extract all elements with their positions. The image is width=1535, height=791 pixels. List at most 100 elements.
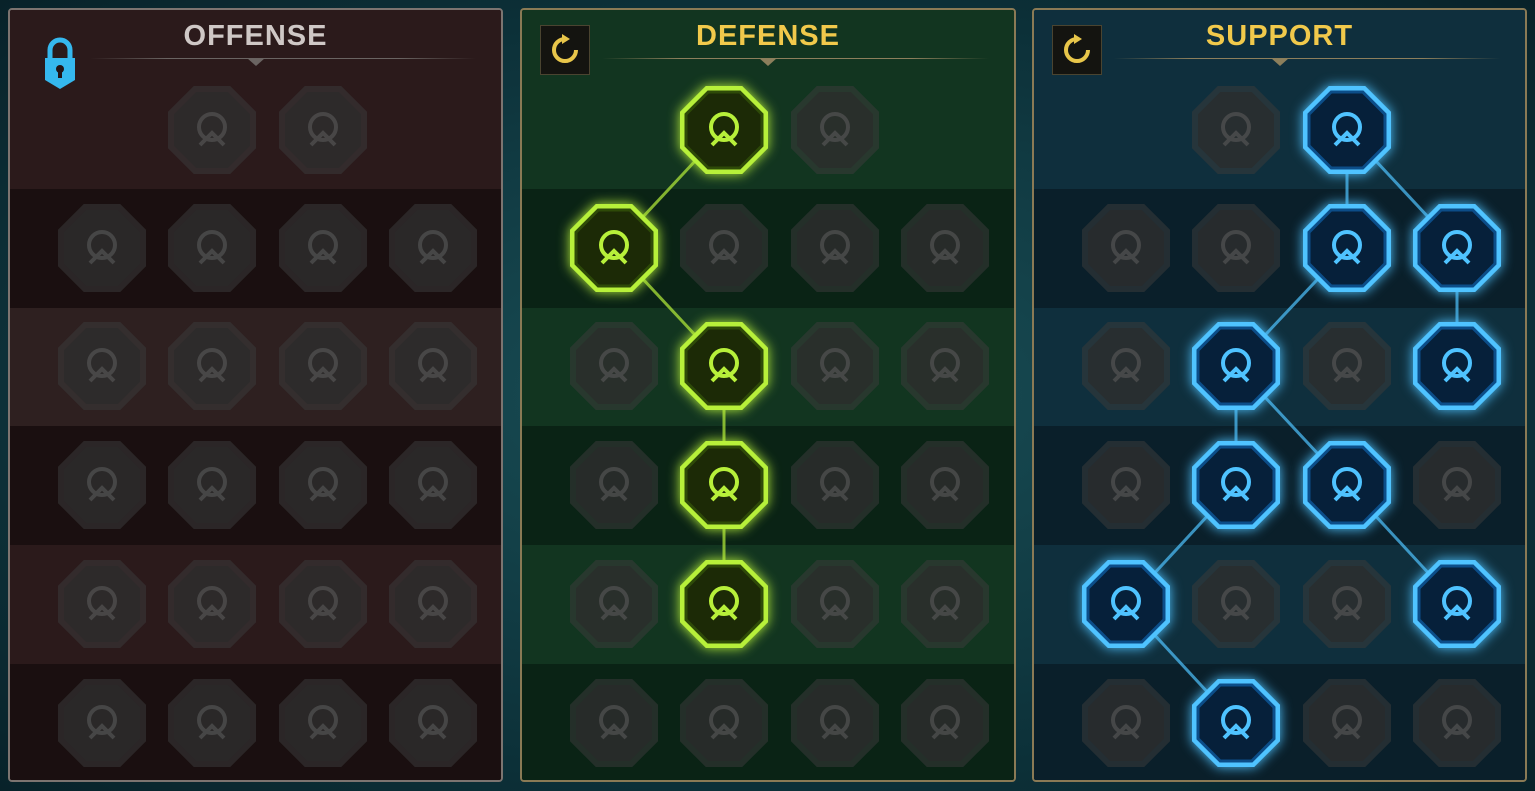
talent-node[interactable] bbox=[1302, 85, 1392, 175]
talent-node[interactable] bbox=[278, 678, 368, 768]
talent-node[interactable] bbox=[569, 203, 659, 293]
talent-node[interactable] bbox=[900, 678, 990, 768]
thunder-skull-icon bbox=[1192, 679, 1280, 767]
horned-demon-icon bbox=[279, 679, 367, 767]
talent-node[interactable] bbox=[569, 559, 659, 649]
offense-panel: OFFENSE bbox=[8, 8, 503, 782]
talent-node[interactable] bbox=[679, 203, 769, 293]
talent-node[interactable] bbox=[167, 559, 257, 649]
reset-defense-button[interactable] bbox=[540, 25, 590, 75]
eagle-icon bbox=[1413, 679, 1501, 767]
talent-node[interactable] bbox=[900, 440, 990, 530]
talent-node[interactable] bbox=[790, 321, 880, 411]
talent-node[interactable] bbox=[388, 203, 478, 293]
talent-node[interactable] bbox=[1302, 678, 1392, 768]
talent-node[interactable] bbox=[1081, 559, 1171, 649]
talent-node[interactable] bbox=[1412, 559, 1502, 649]
lightning-chain-icon bbox=[389, 441, 477, 529]
talent-node[interactable] bbox=[1302, 559, 1392, 649]
angry-eyes-icon bbox=[1413, 441, 1501, 529]
talent-node[interactable] bbox=[1191, 203, 1281, 293]
talent-node[interactable] bbox=[679, 440, 769, 530]
talent-node[interactable] bbox=[1191, 321, 1281, 411]
talent-node[interactable] bbox=[278, 321, 368, 411]
talent-node[interactable] bbox=[167, 203, 257, 293]
gauntlet-slam-icon bbox=[1303, 679, 1391, 767]
talent-node[interactable] bbox=[278, 85, 368, 175]
speed-boot-icon bbox=[1192, 560, 1280, 648]
talent-node[interactable] bbox=[167, 321, 257, 411]
talent-node[interactable] bbox=[1081, 440, 1171, 530]
talent-node[interactable] bbox=[278, 559, 368, 649]
talent-node[interactable] bbox=[569, 440, 659, 530]
talent-node[interactable] bbox=[679, 321, 769, 411]
talent-node[interactable] bbox=[278, 440, 368, 530]
talent-node[interactable] bbox=[388, 678, 478, 768]
talent-node[interactable] bbox=[679, 678, 769, 768]
reset-support-button[interactable] bbox=[1052, 25, 1102, 75]
talent-node[interactable] bbox=[1081, 321, 1171, 411]
talent-node[interactable] bbox=[57, 203, 147, 293]
talent-node[interactable] bbox=[790, 678, 880, 768]
talent-node[interactable] bbox=[790, 440, 880, 530]
talent-node[interactable] bbox=[569, 321, 659, 411]
armor-plates-icon bbox=[680, 86, 768, 174]
talent-node[interactable] bbox=[1412, 440, 1502, 530]
chained-heart-icon bbox=[1082, 441, 1170, 529]
defense-title: DEFENSE bbox=[696, 20, 840, 52]
flaming-skull-icon bbox=[1303, 204, 1391, 292]
talent-node[interactable] bbox=[900, 321, 990, 411]
talent-node[interactable] bbox=[167, 678, 257, 768]
bull-icon bbox=[901, 441, 989, 529]
defense-panel: DEFENSE bbox=[520, 8, 1016, 782]
talent-node[interactable] bbox=[388, 321, 478, 411]
sparkle-sword-icon bbox=[58, 679, 146, 767]
talent-node[interactable] bbox=[1302, 203, 1392, 293]
talent-node[interactable] bbox=[1081, 678, 1171, 768]
talent-node[interactable] bbox=[1302, 440, 1392, 530]
talent-node[interactable] bbox=[900, 203, 990, 293]
talent-node[interactable] bbox=[1191, 440, 1281, 530]
talent-node[interactable] bbox=[57, 678, 147, 768]
crossed-swords-icon bbox=[168, 86, 256, 174]
talent-node[interactable] bbox=[1081, 203, 1171, 293]
arrow-volley-icon bbox=[58, 322, 146, 410]
talent-node[interactable] bbox=[790, 203, 880, 293]
title-divider bbox=[602, 58, 989, 59]
skull-heart-icon bbox=[791, 322, 879, 410]
lock-icon[interactable] bbox=[43, 36, 77, 94]
talent-node[interactable] bbox=[679, 85, 769, 175]
talent-node[interactable] bbox=[167, 85, 257, 175]
flexing-figure-icon bbox=[901, 679, 989, 767]
talent-node[interactable] bbox=[569, 678, 659, 768]
offense-title: OFFENSE bbox=[183, 20, 328, 52]
talent-node[interactable] bbox=[57, 321, 147, 411]
claw-dagger-icon bbox=[279, 86, 367, 174]
blades-bowl-icon bbox=[58, 560, 146, 648]
talent-node[interactable] bbox=[57, 559, 147, 649]
talent-node[interactable] bbox=[1191, 559, 1281, 649]
talent-node[interactable] bbox=[900, 559, 990, 649]
blood-drops-icon bbox=[680, 560, 768, 648]
talent-node[interactable] bbox=[57, 440, 147, 530]
talent-node[interactable] bbox=[278, 203, 368, 293]
fist-blade-icon bbox=[389, 322, 477, 410]
talent-node[interactable] bbox=[1412, 678, 1502, 768]
talent-node[interactable] bbox=[1412, 321, 1502, 411]
dash-runner-icon bbox=[570, 560, 658, 648]
talent-node[interactable] bbox=[1191, 85, 1281, 175]
talent-node[interactable] bbox=[1191, 678, 1281, 768]
heart-sword-icon bbox=[58, 441, 146, 529]
talent-node[interactable] bbox=[388, 559, 478, 649]
talent-node[interactable] bbox=[679, 559, 769, 649]
talent-node[interactable] bbox=[790, 85, 880, 175]
sword-ring-icon bbox=[279, 560, 367, 648]
talent-node[interactable] bbox=[1412, 203, 1502, 293]
talent-node[interactable] bbox=[167, 440, 257, 530]
talent-node[interactable] bbox=[790, 559, 880, 649]
talent-node[interactable] bbox=[1302, 321, 1392, 411]
heart-plus-icon bbox=[1192, 86, 1280, 174]
talent-node[interactable] bbox=[388, 440, 478, 530]
eye-icon bbox=[1303, 560, 1391, 648]
crowd-icon bbox=[570, 441, 658, 529]
